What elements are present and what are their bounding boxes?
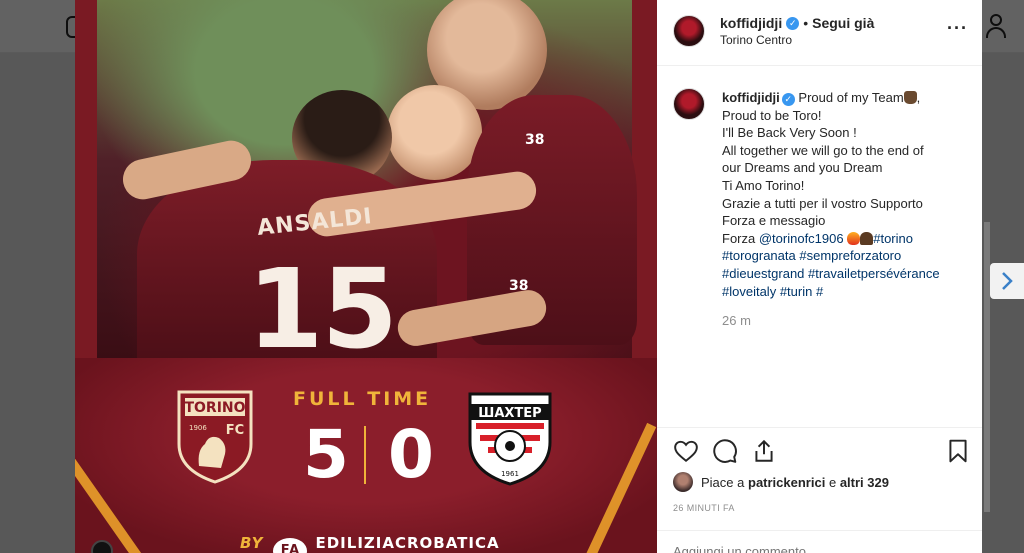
caption-forza: Forza <box>722 230 756 246</box>
likes-summary[interactable]: Piace a patrickenrici e altri 329 <box>673 472 889 492</box>
next-post-button[interactable] <box>990 263 1024 299</box>
hashtag-link[interactable]: #travailetpersévérance <box>808 266 940 281</box>
hashtag-link[interactable]: # <box>816 284 823 299</box>
post-side-panel: koffidjidji ✓ • Segui già Torino Centro … <box>657 0 982 553</box>
caption-line: Proud to be Toro! <box>722 107 822 123</box>
sponsor-by: BY <box>240 534 264 552</box>
fire-emoji-icon <box>847 231 861 245</box>
comment-icon[interactable] <box>712 438 738 464</box>
caption-line: Grazie a tutti per il vostro Supporto <box>722 195 923 211</box>
liker-avatar <box>673 472 693 492</box>
torino-crest-abbr: FC <box>226 423 244 438</box>
verified-badge-icon: ✓ <box>781 93 795 106</box>
badge-number-top: 38 <box>525 132 545 148</box>
caption-line: All together we will go to the end of <box>722 142 924 158</box>
caption: koffidjidji ✓ Proud of my Team, Proud to … <box>722 89 967 300</box>
post-timestamp[interactable]: 26 MINUTI FA <box>673 503 735 513</box>
heart-icon[interactable] <box>673 438 699 464</box>
likes-prefix: Piace a <box>701 474 745 490</box>
header-user-row: koffidjidji ✓ • Segui già <box>720 15 874 31</box>
share-icon[interactable] <box>751 438 777 464</box>
bookmark-icon[interactable] <box>945 438 971 464</box>
sponsor-logo: FA <box>273 538 308 553</box>
hashtag-link[interactable]: #dieuestgrand <box>722 266 804 281</box>
chevron-right-icon <box>1002 272 1013 290</box>
caption-line: our Dreams and you Dream <box>722 160 883 176</box>
avatar[interactable] <box>673 15 705 47</box>
away-score: 0 <box>388 416 434 493</box>
caption-username[interactable]: koffidjidji <box>722 90 780 105</box>
hashtag-link[interactable]: #turin <box>780 284 813 299</box>
caption-line: Forza e messagio <box>722 213 826 229</box>
caption-line: Ti Amo Torino! <box>722 177 805 193</box>
caption-line: I'll Be Back Very Soon ! <box>722 125 857 141</box>
comment-input[interactable] <box>673 544 873 553</box>
rock-hand-emoji-icon <box>903 91 917 104</box>
sponsor-name: EDILIZIACROBATICA <box>315 534 500 552</box>
jersey-number: 15 <box>247 245 398 373</box>
shakhter-crest-name: ШАХТЕР <box>478 406 541 421</box>
full-time-label: FULL TIME <box>293 388 432 410</box>
pray-emoji-icon <box>860 231 874 245</box>
shakhter-crest-year: 1961 <box>501 470 519 478</box>
first-liker-link[interactable]: patrickenrici <box>748 475 825 490</box>
sponsor-banner: BY FA EDILIZIACROBATICA <box>240 534 500 553</box>
actions-divider <box>657 427 982 428</box>
torino-crest-name: TORINO <box>184 400 245 416</box>
others-likes-link[interactable]: altri 329 <box>840 475 889 490</box>
more-options-icon[interactable]: ··· <box>947 18 968 39</box>
profile-icon[interactable] <box>985 14 1007 38</box>
verified-badge-icon: ✓ <box>786 16 800 30</box>
separator-dot: • <box>803 15 809 31</box>
shakhter-crest-icon: ШАХТЕР 1961 <box>468 392 552 486</box>
post-header: koffidjidji ✓ • Segui già Torino Centro … <box>657 0 982 66</box>
windows-activation-watermark: Attiva Windows <box>878 533 981 550</box>
caption-avatar[interactable] <box>673 88 705 120</box>
caption-line: Proud of my Team <box>798 90 904 105</box>
home-score: 5 <box>303 416 349 493</box>
location-link[interactable]: Torino Centro <box>720 33 792 47</box>
hashtag-link[interactable]: #torino <box>873 231 913 246</box>
badge-number-bottom: 38 <box>509 278 529 294</box>
following-button[interactable]: Segui già <box>812 15 874 31</box>
scoreboard-graphic: FULL TIME TORINO 1906 FC 5 0 ШАХТЕР 1961… <box>75 358 657 553</box>
celebration-photo: ANSALDI 15 38 38 <box>97 0 637 373</box>
caption-comma: , <box>916 90 921 105</box>
likes-connector: e <box>828 474 837 490</box>
mention-link[interactable]: @torinofc1906 <box>759 231 844 246</box>
post-image[interactable]: ANSALDI 15 38 38 FULL TIME TORINO 1906 F… <box>75 0 657 553</box>
torino-crest-year: 1906 <box>189 424 207 432</box>
score-divider <box>364 426 366 484</box>
torino-crest-icon: TORINO 1906 FC <box>177 390 253 484</box>
hashtag-link[interactable]: #sempreforzatoro <box>799 248 901 263</box>
header-username[interactable]: koffidjidji <box>720 15 782 31</box>
caption-timestamp[interactable]: 26 m <box>722 313 751 328</box>
hashtag-link[interactable]: #torogranata <box>722 248 796 263</box>
hashtag-link[interactable]: #loveitaly <box>722 284 776 299</box>
